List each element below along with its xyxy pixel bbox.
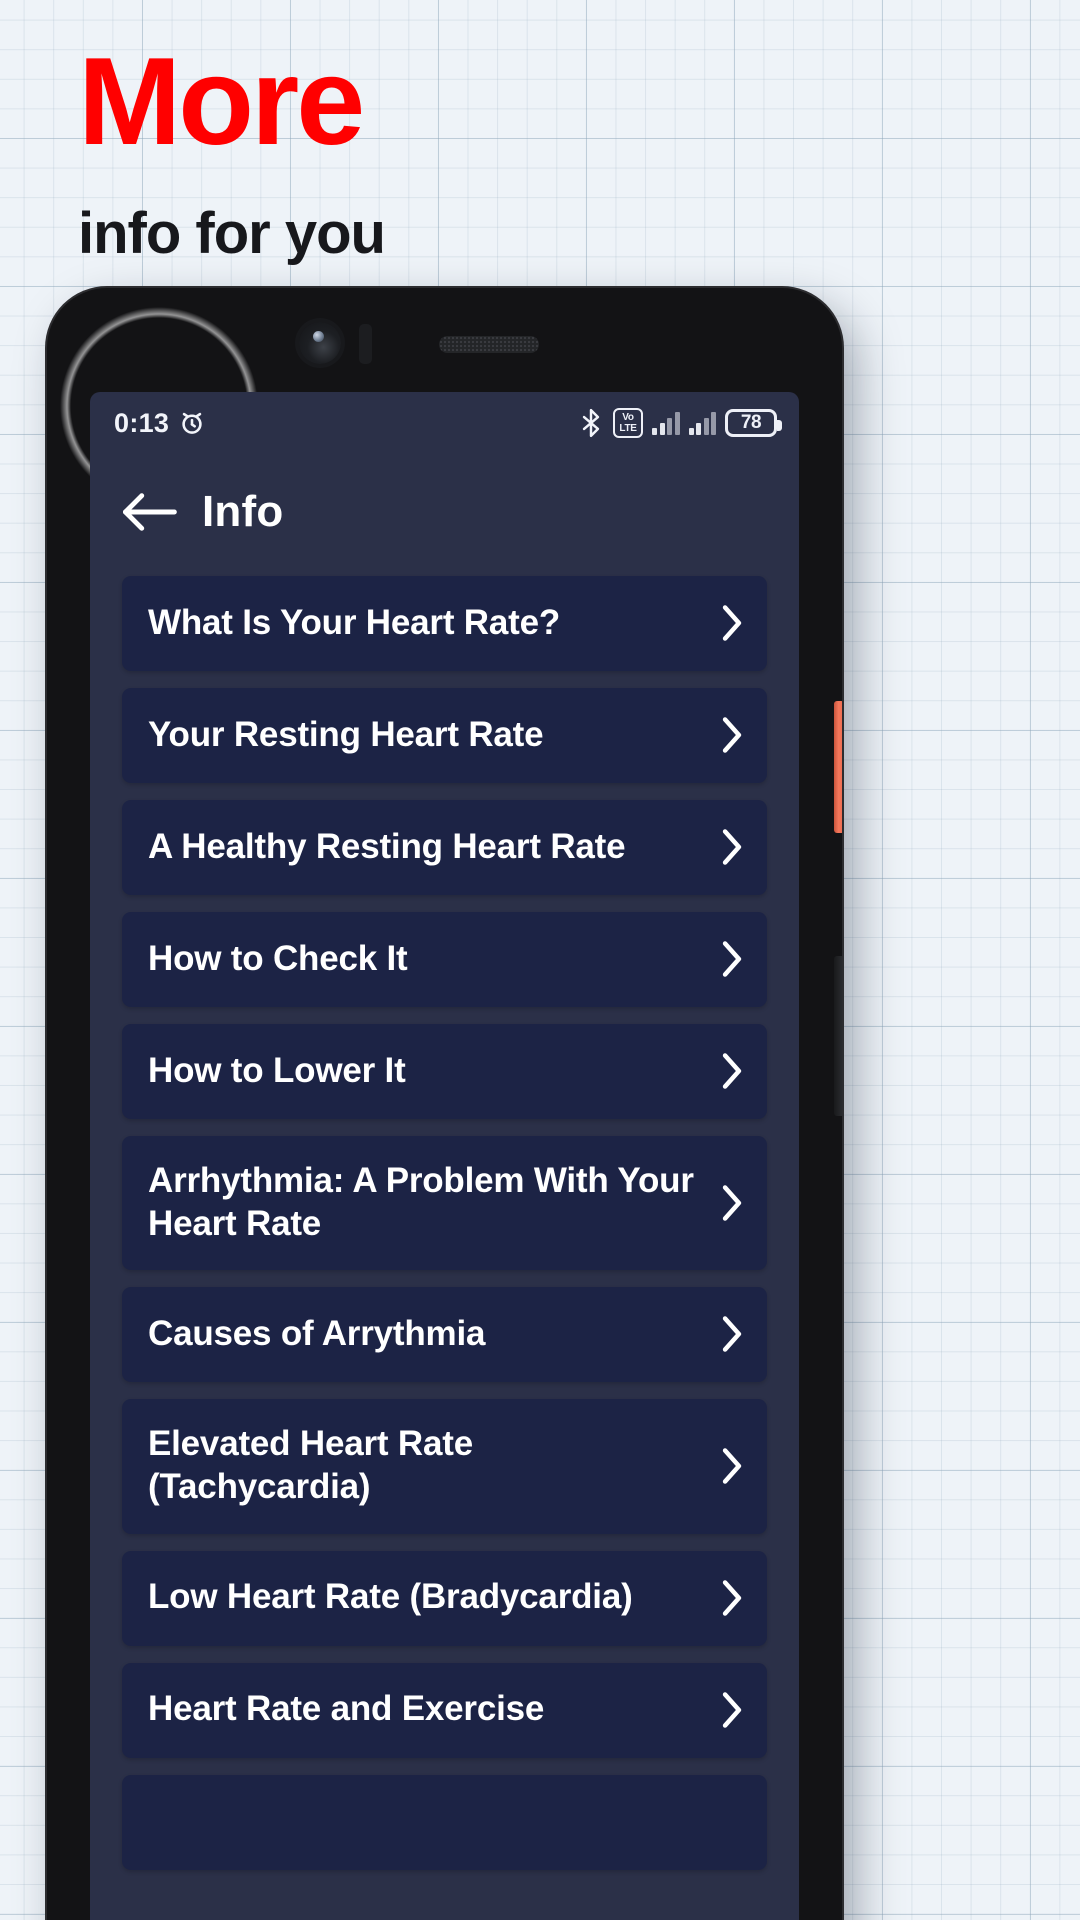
list-item[interactable]: Your Resting Heart Rate <box>122 688 767 783</box>
status-bar-clock: 0:13 <box>114 407 170 438</box>
signal-bars-icon-sim1 <box>652 411 680 435</box>
list-item-label: Elevated Heart Rate (Tachycardia) <box>148 1424 473 1507</box>
volume-button[interactable] <box>834 956 842 1116</box>
list-item-label: Arrhythmia: A Problem With Your Heart Ra… <box>148 1161 694 1243</box>
list-item-label: A Healthy Resting Heart Rate <box>148 826 626 866</box>
list-item[interactable]: Low Heart Rate (Bradycardia) <box>122 1550 767 1646</box>
list-item[interactable]: How to Check It <box>122 912 767 1007</box>
signal-bar <box>703 418 709 435</box>
chevron-right-icon[interactable] <box>719 1315 745 1353</box>
volte-icon: Vo LTE <box>613 408 643 438</box>
promo-subtitle: info for you <box>78 201 386 266</box>
earpiece-speaker-icon <box>439 336 539 353</box>
list-item[interactable]: What Is Your Heart Rate? <box>122 576 767 671</box>
signal-bar <box>659 423 665 435</box>
app-bar: Info <box>90 454 799 570</box>
page-title: Info <box>202 487 284 536</box>
list-item[interactable]: How to Lower It <box>122 1024 767 1119</box>
promo-title: More <box>78 33 365 171</box>
list-item-partial[interactable] <box>122 1774 767 1870</box>
proximity-sensor-icon <box>359 324 372 364</box>
chevron-right-icon[interactable] <box>719 828 745 866</box>
chevron-right-icon[interactable] <box>719 1691 745 1729</box>
list-item-label: Heart Rate and Exercise <box>148 1689 545 1729</box>
signal-bar <box>696 423 701 435</box>
status-bar-right: Vo LTE 78 <box>578 408 782 438</box>
phone-screen: 0:13 Vo LTE 78 Info What Is Your Heart R… <box>90 392 799 1920</box>
signal-bar <box>688 428 694 435</box>
list-item-label: Causes of Arrythmia <box>148 1314 486 1354</box>
status-bar: 0:13 Vo LTE 78 <box>90 392 799 454</box>
info-topic-list: What Is Your Heart Rate? Your Resting He… <box>90 570 799 1870</box>
signal-bar <box>652 428 657 435</box>
phone-top-bezel <box>47 288 842 398</box>
bluetooth-icon <box>582 408 600 438</box>
front-camera-icon <box>299 322 341 364</box>
chevron-right-icon[interactable] <box>719 1579 745 1617</box>
chevron-right-icon[interactable] <box>719 940 745 978</box>
list-item[interactable]: A Healthy Resting Heart Rate <box>122 800 767 895</box>
back-arrow-icon[interactable] <box>120 489 178 535</box>
chevron-right-icon[interactable] <box>719 1052 745 1090</box>
power-button[interactable] <box>834 701 842 833</box>
signal-bar <box>711 412 716 435</box>
alarm-clock-icon <box>182 412 202 434</box>
chevron-right-icon[interactable] <box>719 716 745 754</box>
status-bar-left: 0:13 <box>114 408 206 439</box>
list-item-label: What Is Your Heart Rate? <box>148 602 561 642</box>
chevron-right-icon[interactable] <box>719 1447 745 1485</box>
signal-bar <box>667 418 672 435</box>
promo-heading-block: More info for you <box>78 33 386 267</box>
volte-bottom-text: LTE <box>619 422 637 434</box>
list-item-label: Your Resting Heart Rate <box>148 714 544 754</box>
list-item-label: How to Check It <box>148 938 408 978</box>
signal-bars-icon-sim2 <box>688 411 716 435</box>
list-item[interactable]: Arrhythmia: A Problem With Your Heart Ra… <box>122 1136 767 1271</box>
battery-icon: 78 <box>725 409 782 437</box>
chevron-right-icon[interactable] <box>719 604 745 642</box>
list-item[interactable]: Heart Rate and Exercise <box>122 1662 767 1758</box>
list-item[interactable]: Causes of Arrythmia <box>122 1287 767 1383</box>
list-item[interactable]: Elevated Heart Rate (Tachycardia) <box>122 1399 767 1534</box>
battery-level-text: 78 <box>740 412 762 433</box>
phone-mockup: 0:13 Vo LTE 78 Info What Is Your Heart R… <box>47 288 842 1920</box>
list-item-label: How to Lower It <box>148 1050 406 1090</box>
list-item-label: Low Heart Rate (Bradycardia) <box>148 1577 633 1617</box>
volte-top-text: Vo <box>622 411 634 423</box>
promo-page: More info for you 0:13 Vo LTE 78 Info Wh… <box>0 0 1080 1920</box>
signal-bar <box>674 412 680 435</box>
chevron-right-icon[interactable] <box>719 1184 745 1222</box>
